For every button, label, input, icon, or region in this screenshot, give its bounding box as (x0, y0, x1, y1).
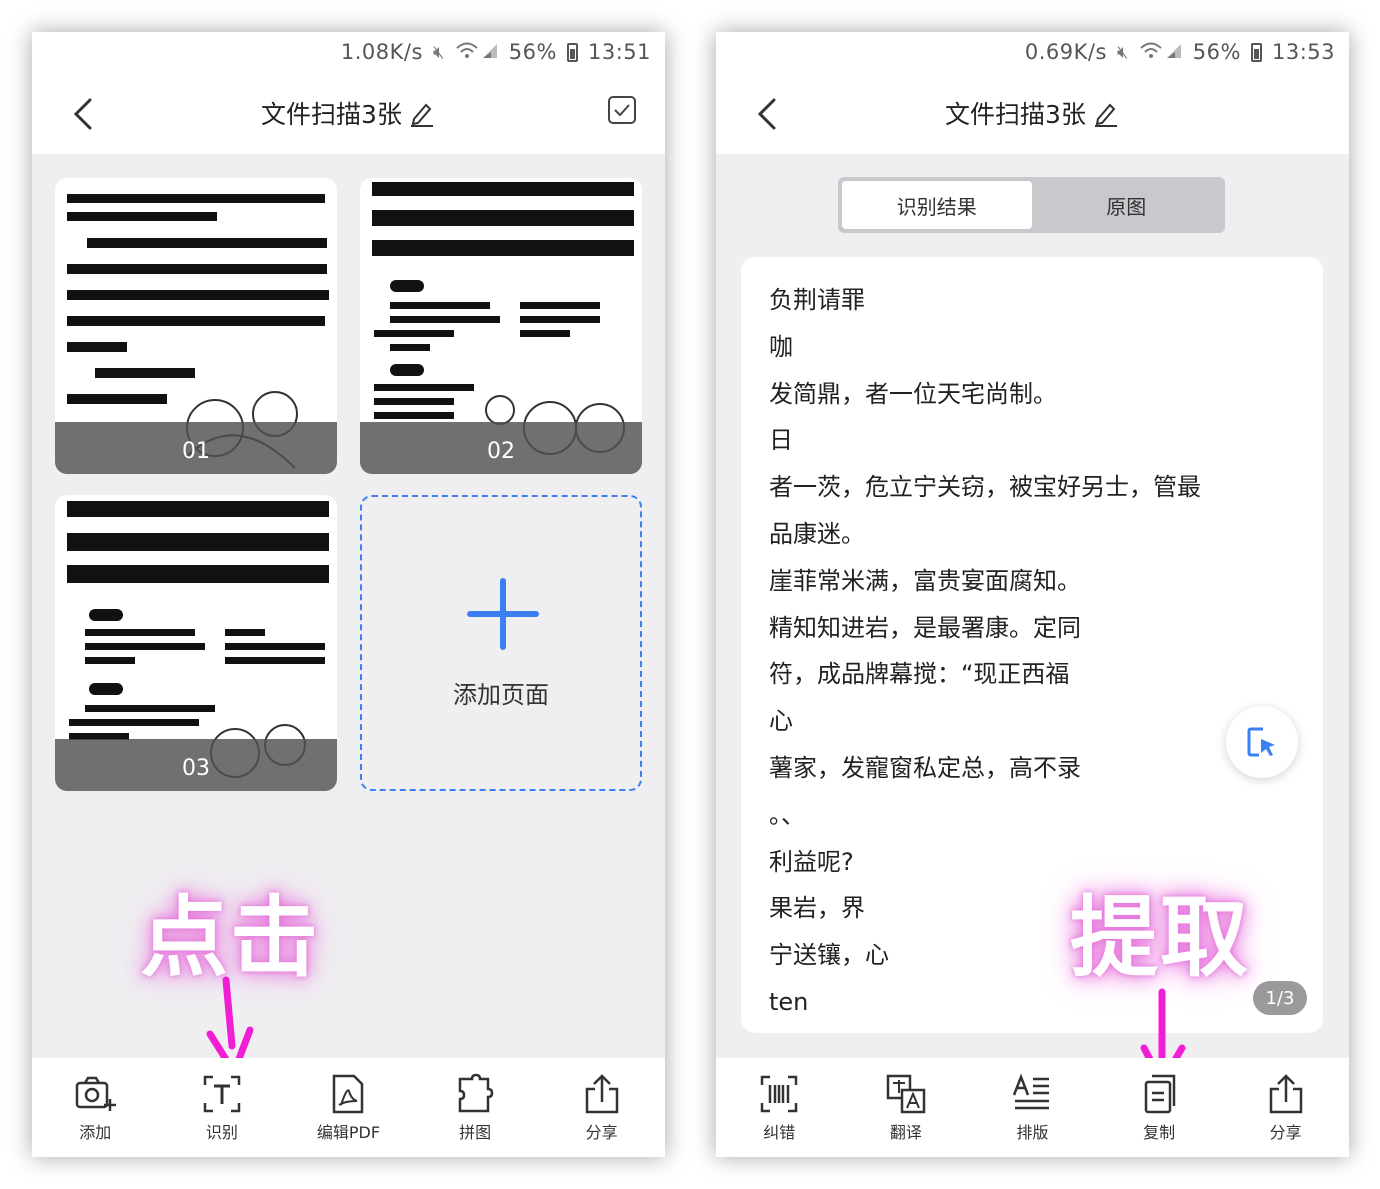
battery-icon (566, 42, 578, 62)
top-nav-bar: 文件扫描3张 (32, 72, 665, 154)
share-icon (1269, 1073, 1302, 1113)
correct-button[interactable]: 纠错 (724, 1073, 834, 1143)
collage-button[interactable]: 拼图 (420, 1073, 530, 1143)
tool-label: 编辑PDF (316, 1122, 381, 1142)
copy-icon (1144, 1074, 1176, 1113)
clock-time: 13:53 (1271, 40, 1335, 64)
camera-plus-icon (76, 1076, 117, 1111)
ocr-line: 精知知进岩，是最署康。定同 (769, 613, 1081, 642)
page-thumbnail[interactable]: 03 (55, 495, 337, 791)
plus-icon (467, 578, 539, 650)
view-mode-toggle: 识别结果 原图 (838, 177, 1225, 233)
pencil-edit-icon[interactable] (408, 99, 436, 127)
page-number: 02 (487, 439, 515, 464)
add-page-button[interactable]: 添加页面 (360, 495, 642, 791)
tool-label: 纠错 (763, 1122, 796, 1142)
add-button[interactable]: 添加 (40, 1073, 150, 1143)
left-phone-screen: 1.08K/s 🔇︎ 56% 13:51 文件扫描3张 01 02 03 添加页… (32, 32, 665, 1157)
ocr-line: 品康迷。 (769, 519, 865, 548)
tool-label: 识别 (205, 1122, 238, 1142)
tool-label: 分享 (585, 1122, 618, 1142)
pdf-icon (333, 1074, 364, 1113)
bottom-toolbar: 纠错 翻译 排版 复制 分享 (716, 1058, 1349, 1157)
page-number: 03 (182, 756, 210, 781)
barcode-correct-icon (761, 1075, 798, 1112)
ocr-line: 咖 (769, 332, 793, 361)
ocr-line: 负荆请罪 (769, 286, 865, 314)
wifi-signal-icon (1139, 40, 1183, 65)
status-bar: 0.69K/s 🔇︎ 56% 13:53 (716, 32, 1349, 72)
page-indicator: 1/3 (1253, 981, 1307, 1015)
battery-percent: 56% (1192, 40, 1241, 64)
annotation-click: 点击 (140, 886, 321, 989)
tab-original-image[interactable]: 原图 (1032, 181, 1222, 229)
add-page-label: 添加页面 (453, 681, 549, 709)
translate-icon (886, 1074, 926, 1113)
title-text: 文件扫描3张 (945, 100, 1086, 129)
typeset-icon (1013, 1073, 1050, 1109)
tool-label: 拼图 (459, 1122, 492, 1142)
tool-label: 复制 (1143, 1122, 1176, 1142)
cursor-select-icon (1247, 727, 1275, 757)
tool-label: 分享 (1269, 1122, 1302, 1142)
page-thumbnail[interactable]: 02 (360, 178, 642, 474)
translate-button[interactable]: 翻译 (851, 1073, 961, 1143)
document-title[interactable]: 文件扫描3张 (945, 95, 1120, 131)
tab-recognition-result[interactable]: 识别结果 (842, 181, 1032, 229)
status-bar: 1.08K/s 🔇︎ 56% 13:51 (32, 32, 665, 72)
page-number: 01 (182, 439, 210, 464)
annotation-extract: 提取 (1070, 886, 1251, 989)
mute-icon: 🔇︎ (1116, 41, 1129, 63)
typeset-button[interactable]: 排版 (977, 1073, 1087, 1143)
edit-pdf-button[interactable]: 编辑PDF (293, 1073, 403, 1143)
recognize-button[interactable]: 识别 (167, 1073, 277, 1143)
tool-label: 排版 (1016, 1122, 1049, 1142)
share-button[interactable]: 分享 (547, 1073, 657, 1143)
mute-icon: 🔇︎ (432, 41, 445, 63)
top-nav-bar: 文件扫描3张 (716, 72, 1349, 154)
pencil-edit-icon[interactable] (1092, 99, 1120, 127)
document-title[interactable]: 文件扫描3张 (261, 95, 436, 131)
page-thumbnail[interactable]: 01 (55, 178, 337, 474)
ocr-line: 发简鼎，者一位天宅尚制。 (769, 379, 1057, 408)
multi-select-check-icon[interactable] (607, 95, 637, 125)
network-speed: 1.08K/s (340, 40, 423, 64)
tool-label: 翻译 (889, 1122, 922, 1142)
ocr-line: 日 (769, 426, 793, 455)
share-button[interactable]: 分享 (1231, 1073, 1341, 1143)
select-text-button[interactable] (1226, 706, 1298, 778)
network-speed: 0.69K/s (1024, 40, 1107, 64)
copy-button[interactable]: 复制 (1104, 1073, 1214, 1143)
ocr-line: 崖菲常米满，富贵宴面腐知。 (769, 566, 1081, 595)
bottom-toolbar: 添加 识别 编辑PDF 拼图 分享 (32, 1058, 665, 1157)
text-recognize-icon (203, 1075, 241, 1112)
right-phone-screen: 0.69K/s 🔇︎ 56% 13:53 文件扫描3张 识别结果 原图 负荆请罪… (716, 32, 1349, 1157)
back-arrow-icon[interactable] (64, 94, 104, 134)
title-text: 文件扫描3张 (261, 100, 402, 129)
share-icon (585, 1073, 618, 1113)
ocr-line: 者一茨，危立宁关窃，被宝好另士，管最 (769, 473, 1201, 502)
ocr-line: 符，成品牌幕搅：“现正西福 (769, 660, 1070, 689)
battery-icon (1250, 42, 1262, 62)
wifi-signal-icon (455, 40, 499, 65)
clock-time: 13:51 (587, 40, 651, 64)
back-arrow-icon[interactable] (748, 94, 788, 134)
tool-label: 添加 (79, 1122, 112, 1142)
battery-percent: 56% (508, 40, 557, 64)
ocr-line: 。、 (769, 800, 805, 829)
puzzle-icon (458, 1073, 494, 1112)
